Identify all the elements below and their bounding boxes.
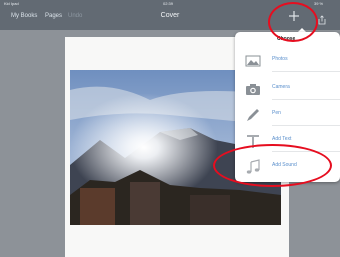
status-carrier: Kid Ipad — [4, 1, 19, 6]
annotation-circle-add — [268, 2, 318, 42]
status-battery: 39 % — [314, 1, 324, 6]
menu-item-pen[interactable]: Pen — [235, 104, 340, 126]
camera-icon — [246, 84, 260, 95]
menu-item-label: Add Text — [272, 136, 292, 142]
divider — [272, 71, 340, 72]
menu-item-camera[interactable]: Camera — [235, 78, 340, 100]
menu-item-label: Pen — [272, 110, 281, 116]
pen-icon — [247, 109, 259, 121]
share-button[interactable] — [318, 12, 326, 25]
menu-item-photos[interactable]: Photos — [235, 50, 340, 72]
divider — [272, 99, 340, 100]
divider — [272, 125, 340, 126]
annotation-circle-add-sound — [213, 144, 332, 187]
photos-icon — [245, 55, 261, 67]
status-time: 02:39 — [163, 1, 174, 6]
share-icon — [318, 15, 326, 25]
menu-item-label: Photos — [272, 56, 288, 62]
menu-item-label: Camera — [272, 84, 290, 90]
